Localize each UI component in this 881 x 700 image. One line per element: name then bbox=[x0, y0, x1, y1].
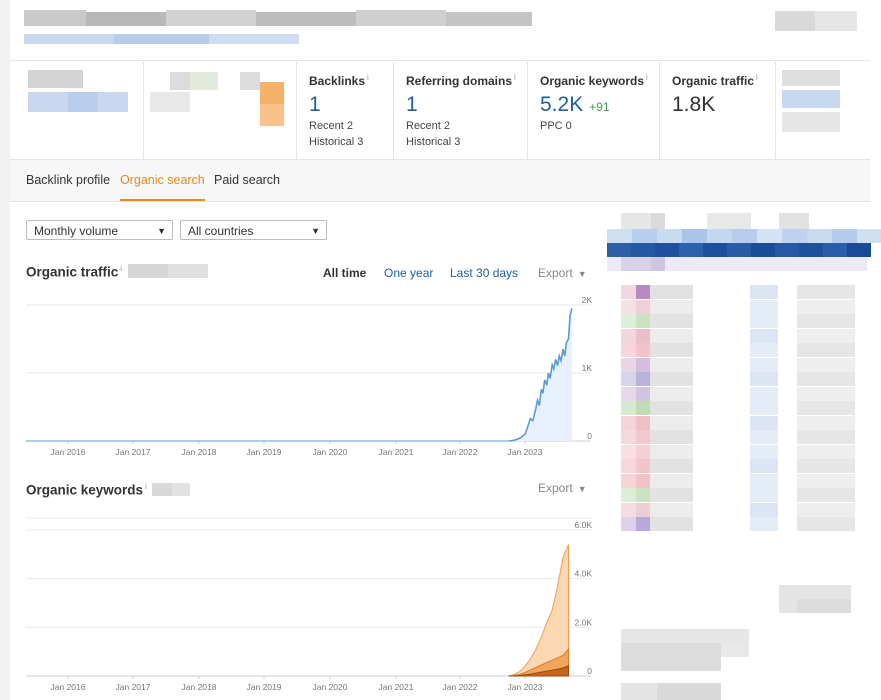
caret-down-icon: ▼ bbox=[577, 484, 587, 494]
keywords-y-tick-label: 0 bbox=[587, 666, 592, 676]
metric-organic-traffic-value: 1.8K bbox=[672, 93, 716, 116]
range-all-time-button[interactable]: All time bbox=[323, 266, 366, 280]
traffic-line bbox=[508, 308, 573, 442]
traffic-x-tick-label: Jan 2019 bbox=[247, 447, 282, 457]
info-icon[interactable]: i bbox=[120, 264, 122, 273]
organic-keywords-title: Organic keywords i bbox=[26, 482, 147, 498]
traffic-area bbox=[508, 308, 572, 441]
traffic-x-tick-label: Jan 2022 bbox=[443, 447, 478, 457]
traffic-x-tick-label: Jan 2018 bbox=[182, 447, 217, 457]
keywords-x-tick-label: Jan 2022 bbox=[443, 682, 478, 692]
metric-referring-domains-label: Referring domains i bbox=[406, 73, 516, 88]
metric-organic-keywords-value: 5.2K +91 bbox=[540, 93, 610, 117]
metric-organic-keywords-number[interactable]: 5.2K bbox=[540, 93, 583, 116]
keywords-area-series-3 bbox=[508, 665, 570, 677]
metrics-row: Backlinks i 1 Recent 2 Historical 3 Refer… bbox=[10, 62, 870, 160]
metric-backlinks-value[interactable]: 1 bbox=[309, 93, 321, 117]
redacted-metric-2 bbox=[150, 70, 290, 134]
keywords-y-tick-label: 4.0K bbox=[575, 569, 593, 579]
metric-backlinks-recent: Recent 2 bbox=[309, 120, 354, 132]
redacted-metric-1 bbox=[28, 70, 133, 120]
keywords-area-series-2 bbox=[508, 647, 570, 677]
traffic-x-tick-label: Jan 2017 bbox=[116, 447, 151, 457]
keywords-export-button[interactable]: Export ▼ bbox=[538, 481, 587, 495]
keywords-x-tick-label: Jan 2021 bbox=[379, 682, 414, 692]
keywords-y-tick-label: 6.0K bbox=[575, 520, 593, 530]
organic-keywords-title-text: Organic keywords bbox=[26, 482, 144, 498]
range-one-year-button[interactable]: One year bbox=[384, 266, 433, 280]
keywords-x-tick-label: Jan 2017 bbox=[116, 682, 151, 692]
metric-referring-domains-value[interactable]: 1 bbox=[406, 93, 418, 117]
keywords-export-label: Export bbox=[538, 481, 573, 495]
header-divider bbox=[10, 60, 870, 61]
metric-backlinks-label-text: Backlinks bbox=[309, 74, 366, 88]
redacted-metric-2-cell bbox=[143, 62, 296, 159]
redacted-keywords-value bbox=[152, 483, 190, 497]
caret-down-icon: ▼ bbox=[157, 226, 166, 236]
tab-organic-search[interactable]: Organic search bbox=[120, 160, 205, 201]
metric-referring-domains-label-text: Referring domains bbox=[406, 74, 513, 88]
metric-organic-keywords-ppc: PPC 0 bbox=[540, 120, 572, 132]
metric-backlinks-label: Backlinks i bbox=[309, 73, 369, 88]
metric-referring-domains-recent: Recent 2 bbox=[406, 120, 451, 132]
section-tabs: Backlink profile Organic search Paid sea… bbox=[10, 160, 870, 202]
metric-organic-keywords: Organic keywords i 5.2K +91 PPC 0 bbox=[527, 62, 659, 159]
metric-referring-domains: Referring domains i 1 Recent 2 Historical… bbox=[393, 62, 527, 159]
metric-organic-traffic-label-text: Organic traffic bbox=[672, 74, 755, 88]
page-left-gutter bbox=[0, 0, 10, 700]
keywords-x-tick-label: Jan 2020 bbox=[313, 682, 348, 692]
keywords-x-tick-label: Jan 2016 bbox=[51, 682, 86, 692]
monthly-volume-select[interactable]: Monthly volume ▼ bbox=[26, 220, 173, 240]
redacted-page-url bbox=[24, 32, 299, 48]
monthly-volume-select-value: Monthly volume bbox=[34, 224, 119, 238]
countries-select[interactable]: All countries ▼ bbox=[180, 220, 327, 240]
caret-down-icon: ▼ bbox=[577, 269, 587, 279]
info-icon[interactable]: i bbox=[756, 73, 758, 82]
traffic-x-tick-label: Jan 2023 bbox=[508, 447, 543, 457]
redacted-metric-last-cell bbox=[775, 62, 871, 159]
keywords-x-tick-label: Jan 2019 bbox=[247, 682, 282, 692]
metric-organic-traffic: Organic traffic i 1.8K bbox=[659, 62, 775, 159]
info-icon[interactable]: i bbox=[367, 73, 369, 82]
redacted-side-table bbox=[607, 203, 881, 700]
keywords-x-tick-label: Jan 2018 bbox=[182, 682, 217, 692]
metric-organic-traffic-label: Organic traffic i bbox=[672, 73, 758, 88]
traffic-x-tick-label: Jan 2020 bbox=[313, 447, 348, 457]
organic-traffic-title-text: Organic traffic bbox=[26, 264, 119, 280]
tab-backlink-profile[interactable]: Backlink profile bbox=[26, 160, 110, 200]
traffic-x-tick-label: Jan 2016 bbox=[51, 447, 86, 457]
tab-paid-search[interactable]: Paid search bbox=[214, 160, 280, 200]
info-icon[interactable]: i bbox=[145, 482, 147, 491]
traffic-x-tick-label: Jan 2021 bbox=[379, 447, 414, 457]
metric-organic-keywords-label: Organic keywords i bbox=[540, 73, 648, 88]
keywords-area-series-1 bbox=[508, 544, 570, 677]
metric-organic-keywords-delta: +91 bbox=[589, 100, 610, 114]
redacted-header-control bbox=[775, 11, 857, 33]
countries-select-value: All countries bbox=[188, 224, 254, 238]
traffic-export-button[interactable]: Export ▼ bbox=[538, 266, 587, 280]
keywords-y-tick-label: 2.0K bbox=[575, 617, 593, 627]
info-icon[interactable]: i bbox=[514, 73, 516, 82]
traffic-y-tick-label: 1K bbox=[582, 363, 593, 373]
metric-referring-domains-historical: Historical 3 bbox=[406, 136, 461, 148]
redacted-traffic-value bbox=[128, 264, 208, 279]
traffic-y-tick-label: 2K bbox=[582, 295, 593, 305]
keywords-x-tick-label: Jan 2023 bbox=[508, 682, 543, 692]
info-icon[interactable]: i bbox=[646, 73, 648, 82]
traffic-export-label: Export bbox=[538, 266, 573, 280]
range-last-30-days-button[interactable]: Last 30 days bbox=[450, 266, 518, 280]
caret-down-icon: ▼ bbox=[311, 226, 320, 236]
organic-traffic-title: Organic traffic i bbox=[26, 264, 122, 280]
redacted-table-cells bbox=[607, 203, 881, 700]
metric-backlinks-historical: Historical 3 bbox=[309, 136, 364, 148]
redacted-page-title bbox=[24, 8, 534, 30]
redacted-metric-last bbox=[782, 70, 842, 134]
traffic-y-tick-label: 0 bbox=[587, 431, 592, 441]
metric-organic-keywords-label-text: Organic keywords bbox=[540, 74, 645, 88]
metric-backlinks: Backlinks i 1 Recent 2 Historical 3 bbox=[296, 62, 393, 159]
